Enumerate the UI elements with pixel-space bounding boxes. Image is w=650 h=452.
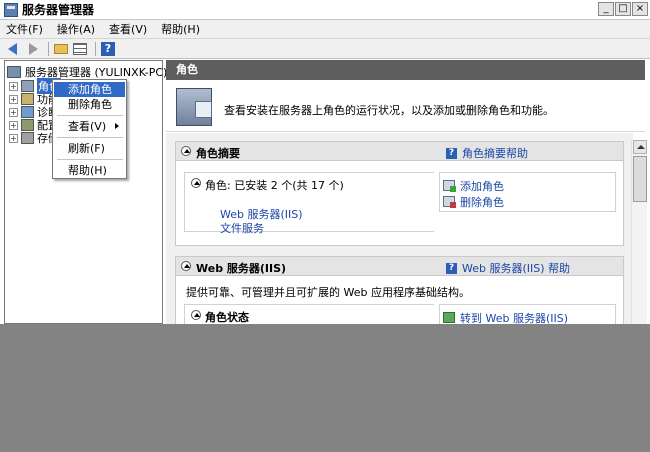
roles-summary-help-link[interactable]: ? 角色摘要帮助 [446, 145, 528, 161]
vertical-scrollbar[interactable] [631, 140, 647, 324]
remove-roles-label: 删除角色 [460, 196, 504, 209]
show-hide-tree-icon[interactable] [72, 41, 88, 57]
roles-summary-header: 角色摘要 ? 角色摘要帮助 [176, 142, 623, 161]
submenu-arrow-icon [115, 123, 119, 129]
web-server-title: Web 服务器(IIS) [196, 262, 287, 275]
context-menu: 添加角色 删除角色 查看(V) 刷新(F) 帮助(H) [52, 79, 127, 179]
role-status-title: 角色状态 [205, 311, 249, 324]
context-menu-help[interactable]: 帮助(H) [54, 163, 125, 178]
web-server-card: Web 服务器(IIS) ? Web 服务器(IIS) 帮助 提供可靠、可管理并… [175, 256, 624, 324]
installed-role-file-services-link[interactable]: 文件服务 [220, 220, 264, 236]
toolbar-separator [48, 41, 49, 56]
title-bar: 服务器管理器 _ □ × [0, 0, 650, 20]
gray-overlay [0, 324, 650, 452]
collapse-icon[interactable] [191, 178, 201, 188]
collapse-icon[interactable] [191, 310, 201, 320]
expand-icon[interactable]: + [9, 120, 18, 130]
minimize-button[interactable]: _ [598, 2, 614, 16]
window-controls: _ □ × [598, 2, 648, 16]
server-icon [7, 66, 21, 78]
collapse-icon[interactable] [181, 146, 191, 156]
context-menu-refresh[interactable]: 刷新(F) [54, 141, 125, 156]
context-menu-view-label: 查看(V) [68, 120, 107, 133]
scroll-up-icon[interactable] [633, 140, 647, 154]
context-menu-separator [57, 115, 123, 116]
web-server-description: 提供可靠、可管理并且可扩展的 Web 应用程序基础结构。 [186, 286, 470, 299]
content-area: 角色摘要 ? 角色摘要帮助 角色: 已安装 2 个(共 17 个) Web 服务… [166, 133, 633, 324]
maximize-button[interactable]: □ [615, 2, 631, 16]
up-folder-icon[interactable] [53, 41, 69, 57]
scroll-thumb[interactable] [633, 156, 647, 202]
roles-actions-box: 添加角色 删除角色 [439, 172, 616, 212]
context-menu-view[interactable]: 查看(V) [54, 119, 125, 134]
expand-icon[interactable]: + [9, 81, 18, 91]
go-to-icon [443, 312, 455, 323]
role-status-box: 角色状态 [184, 304, 434, 324]
remove-roles-link[interactable]: 删除角色 [443, 194, 504, 210]
add-roles-icon [443, 180, 456, 192]
context-menu-separator [57, 159, 123, 160]
remove-roles-icon [443, 196, 456, 208]
go-to-iis-link[interactable]: 转到 Web 服务器(IIS) [443, 310, 568, 324]
web-server-help-link[interactable]: ? Web 服务器(IIS) 帮助 [446, 260, 570, 276]
intro-banner: 查看安装在服务器上角色的运行状况，以及添加或删除角色和功能。 [166, 80, 645, 132]
add-roles-label: 添加角色 [460, 180, 504, 193]
web-server-header: Web 服务器(IIS) ? Web 服务器(IIS) 帮助 [176, 257, 623, 276]
menu-bar: 文件(F) 操作(A) 查看(V) 帮助(H) [0, 20, 650, 39]
roles-summary-card: 角色摘要 ? 角色摘要帮助 角色: 已安装 2 个(共 17 个) Web 服务… [175, 141, 624, 246]
context-menu-separator [57, 137, 123, 138]
context-menu-add-roles[interactable]: 添加角色 [54, 82, 125, 97]
web-server-actions-box: 转到 Web 服务器(IIS) [439, 304, 616, 324]
menu-view[interactable]: 查看(V) [109, 21, 147, 37]
forward-icon[interactable] [25, 41, 41, 57]
intro-text: 查看安装在服务器上角色的运行状况，以及添加或删除角色和功能。 [224, 104, 554, 117]
details-pane: 角色 查看安装在服务器上角色的运行状况，以及添加或删除角色和功能。 角色摘要 ?… [166, 60, 645, 324]
roles-summary-title: 角色摘要 [196, 147, 240, 160]
window-title: 服务器管理器 [22, 3, 95, 17]
toolbar: ? [0, 39, 650, 59]
expand-icon[interactable]: + [9, 94, 18, 104]
collapse-icon[interactable] [181, 261, 191, 271]
help-icon: ? [446, 262, 457, 274]
menu-action[interactable]: 操作(A) [57, 21, 95, 37]
add-roles-link[interactable]: 添加角色 [443, 178, 504, 194]
server-manager-icon [4, 2, 18, 17]
storage-icon [21, 132, 34, 144]
web-server-help-label: Web 服务器(IIS) 帮助 [462, 262, 571, 275]
toolbar-separator [95, 41, 96, 56]
menu-file[interactable]: 文件(F) [6, 21, 43, 37]
menu-help[interactable]: 帮助(H) [161, 21, 200, 37]
expand-icon[interactable]: + [9, 107, 18, 117]
section-title: 角色 [166, 60, 645, 80]
roles-count-text: 角色: 已安装 2 个(共 17 个) [205, 179, 344, 192]
close-button[interactable]: × [632, 2, 648, 16]
back-icon[interactable] [6, 41, 22, 57]
roles-large-icon [176, 88, 212, 126]
help-icon[interactable]: ? [100, 41, 116, 57]
go-to-iis-label: 转到 Web 服务器(IIS) [460, 312, 569, 324]
expand-icon[interactable]: + [9, 133, 18, 143]
roles-summary-help-label: 角色摘要帮助 [462, 147, 528, 160]
roles-info-box: 角色: 已安装 2 个(共 17 个) Web 服务器(IIS) 文件服务 [184, 172, 434, 235]
help-icon: ? [446, 147, 457, 159]
context-menu-remove-roles[interactable]: 删除角色 [54, 97, 125, 112]
